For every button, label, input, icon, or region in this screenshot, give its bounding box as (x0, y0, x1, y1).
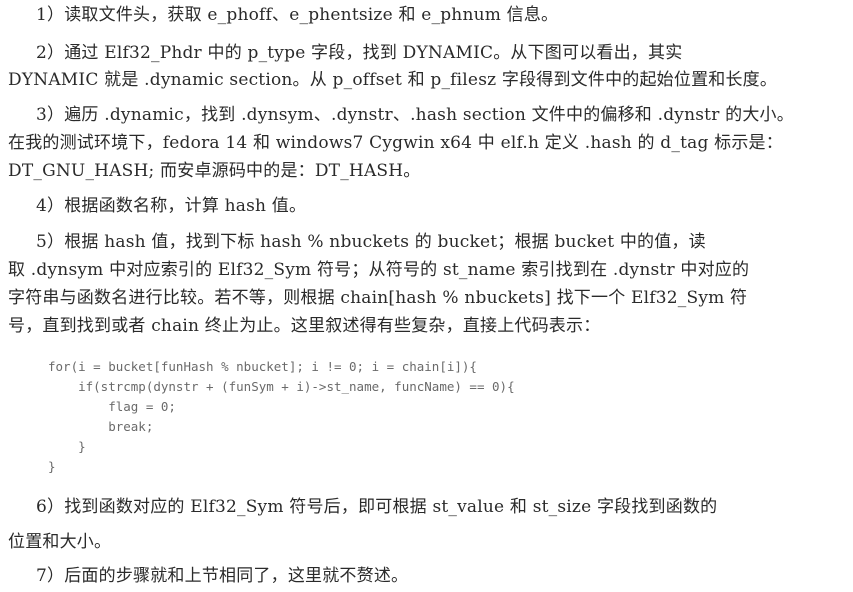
step-6-line-1: 6）找到函数对应的 Elf32_Sym 符号后，即可根据 st_value 和 … (36, 497, 718, 517)
step-7-text: 7）后面的步骤就和上节相同了，这里就不赘述。 (36, 566, 409, 586)
step-5-line-2: 取 .dynsym 中对应索引的 Elf32_Sym 符号；从符号的 st_na… (8, 260, 750, 280)
code-line-3: flag = 0; (48, 399, 176, 414)
code-line-1: for(i = bucket[funHash % nbucket]; i != … (48, 359, 477, 374)
code-line-4: break; (48, 419, 154, 434)
step-3-line-2: 在我的测试环境下，fedora 14 和 windows7 Cygwin x64… (8, 133, 783, 153)
code-line-2: if(strcmp(dynstr + (funSym + i)->st_name… (48, 379, 515, 394)
step-5-line-1: 5）根据 hash 值，找到下标 hash % nbuckets 的 bucke… (36, 232, 706, 252)
step-1-text: 1）读取文件头，获取 e_phoff、e_phentsize 和 e_phnum… (36, 5, 559, 25)
step-2-line-1: 2）通过 Elf32_Phdr 中的 p_type 字段，找到 DYNAMIC。… (36, 43, 683, 63)
step-4-text: 4）根据函数名称，计算 hash 值。 (36, 196, 307, 216)
code-line-6: } (48, 459, 56, 474)
step-6-line-2: 位置和大小。 (8, 532, 112, 552)
step-3-line-1: 3）遍历 .dynamic，找到 .dynsym、.dynstr、.hash s… (36, 105, 794, 125)
step-3-line-3: DT_GNU_HASH; 而安卓源码中的是：DT_HASH。 (8, 161, 421, 181)
document-page: 1）读取文件头，获取 e_phoff、e_phentsize 和 e_phnum… (0, 0, 853, 592)
code-line-5: } (48, 439, 86, 454)
step-2-line-2: DYNAMIC 就是 .dynamic section。从 p_offset 和… (8, 70, 778, 90)
step-5-line-4: 号，直到找到或者 chain 终止为止。这里叙述得有些复杂，直接上代码表示： (8, 316, 601, 336)
step-5-line-3: 字符串与函数名进行比较。若不等，则根据 chain[hash % nbucket… (8, 288, 748, 308)
